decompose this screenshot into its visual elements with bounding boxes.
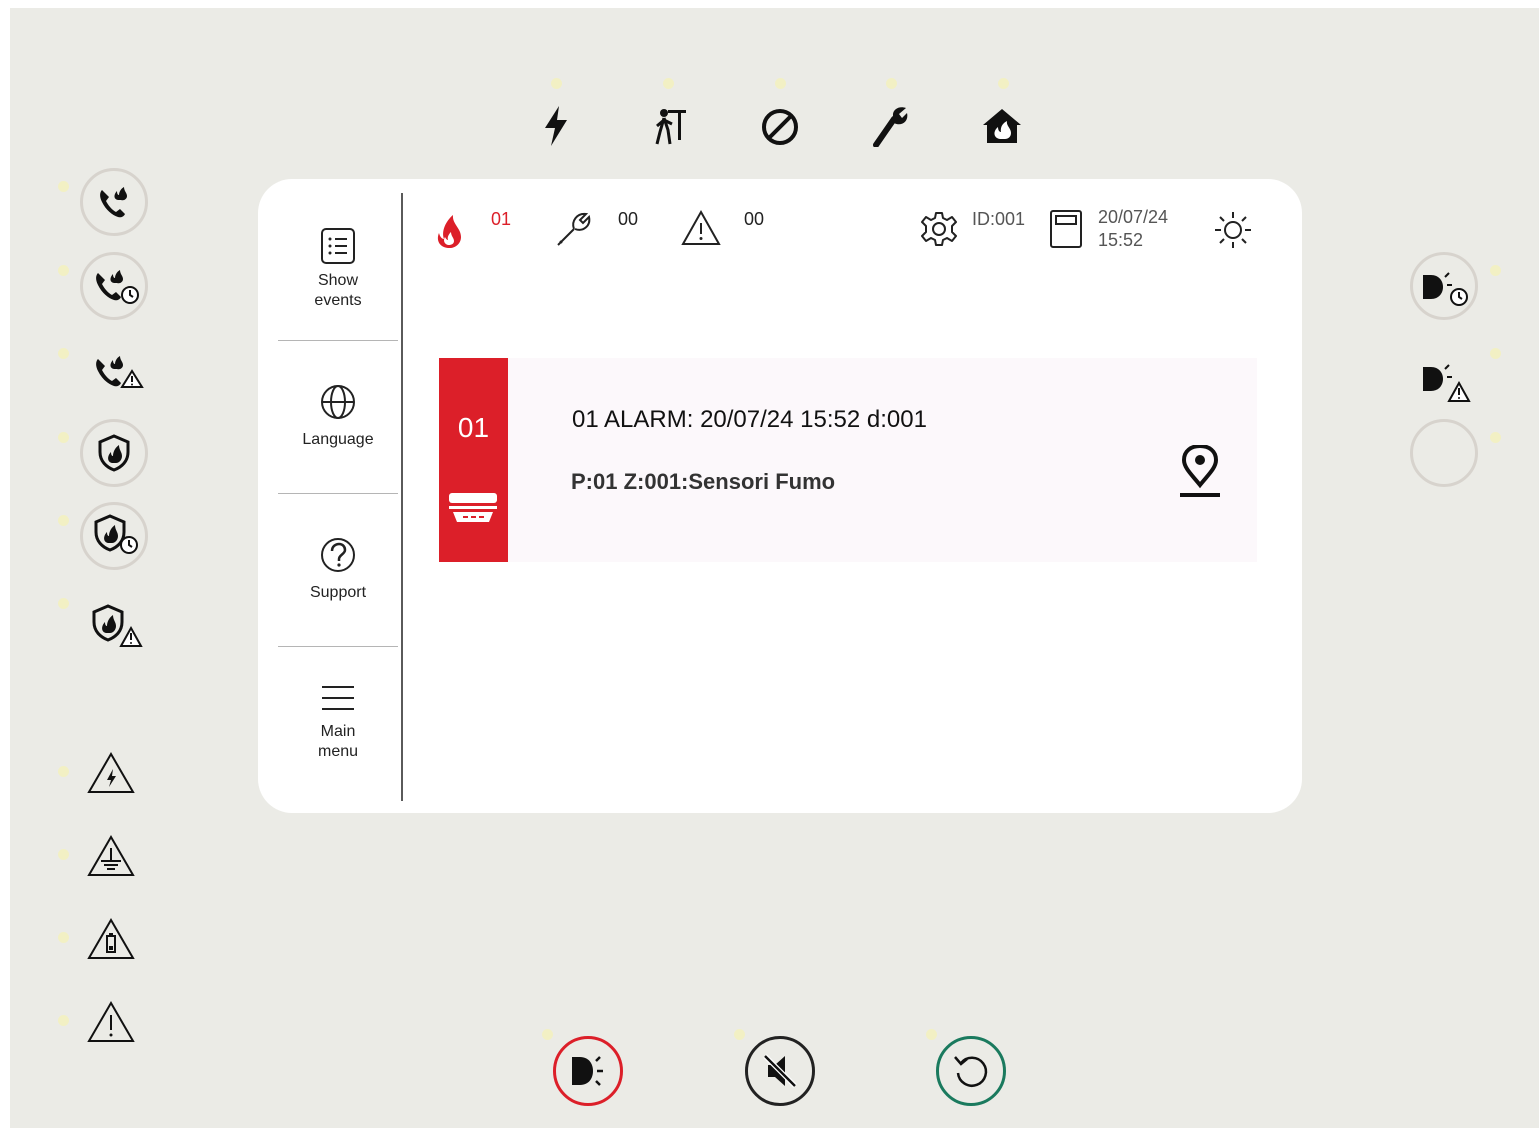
event-detail: P:01 Z:001:Sensori Fumo [571, 469, 836, 494]
led [58, 515, 69, 526]
led [58, 598, 69, 609]
siren-icon [572, 1056, 603, 1086]
event-badge-number: 01 [457, 412, 490, 443]
led [551, 78, 562, 89]
mute-icon [763, 1054, 797, 1088]
sidebar-item-main-menu[interactable]: Main menu [278, 647, 398, 799]
status-time: 15:52 [1098, 230, 1144, 250]
sidebar-item-label: Show events [314, 272, 362, 309]
disabled-icon [759, 106, 801, 148]
led [58, 432, 69, 443]
power-fault-icon [86, 750, 136, 796]
earth-fault-icon [86, 833, 136, 879]
led [58, 181, 69, 192]
gear-icon[interactable] [921, 211, 957, 247]
led [58, 766, 69, 777]
location-pin-icon[interactable] [1177, 445, 1223, 499]
fire-count: 01 [491, 209, 512, 229]
led [58, 1015, 69, 1026]
sidebar-item-language[interactable]: Language [278, 341, 398, 493]
led [58, 849, 69, 860]
battery-fault-icon [86, 916, 136, 962]
led [886, 78, 897, 89]
fault-count: 00 [618, 209, 639, 229]
event-title: 01 ALARM: 20/07/24 15:52 d:001 [572, 406, 927, 433]
led [775, 78, 786, 89]
fire-protection-fault-icon [90, 604, 144, 648]
led [1490, 265, 1501, 276]
fire-protection-icon [94, 433, 134, 473]
led [542, 1029, 553, 1040]
globe-icon [321, 385, 355, 419]
led [734, 1029, 745, 1040]
blank-indicator [1410, 419, 1478, 487]
sidebar-item-label: Main menu [317, 723, 359, 760]
panel-id: ID:001 [972, 209, 1026, 229]
brightness-icon[interactable] [1214, 211, 1252, 249]
sidebar-item-support[interactable]: Support [278, 494, 398, 646]
general-fault-icon [86, 999, 136, 1045]
sidebar-item-label: Support [309, 584, 367, 601]
evacuation-icon [652, 104, 690, 148]
led [58, 932, 69, 943]
question-icon [321, 538, 355, 572]
phone-fire-delay-icon [92, 266, 142, 306]
siren-fault-icon [1418, 362, 1472, 404]
siren-delay-icon [1418, 268, 1472, 308]
fire-icon [437, 215, 461, 248]
sidebar: Show events Language Support Main menu [258, 193, 403, 801]
event-badge: 01 [439, 358, 508, 562]
warning-count: 00 [744, 209, 765, 229]
led [663, 78, 674, 89]
power-icon [540, 104, 572, 148]
silence-button[interactable] [745, 1036, 815, 1106]
led [58, 265, 69, 276]
wrench-icon [557, 212, 591, 246]
warning-icon [681, 209, 721, 245]
fire-protection-delay-icon [92, 514, 142, 556]
maintenance-icon [870, 104, 910, 148]
led [1490, 348, 1501, 359]
led [1490, 432, 1501, 443]
led [58, 348, 69, 359]
fire-house-icon [980, 104, 1024, 148]
phone-fire-icon [94, 182, 134, 222]
evacuate-button[interactable] [553, 1036, 623, 1106]
event-row[interactable]: 01 01 ALARM: 20/07/24 15:52 d:001 P:01 Z… [439, 358, 1257, 562]
sidebar-item-show-events[interactable]: Show events [278, 193, 398, 345]
hamburger-icon [322, 686, 354, 710]
sidebar-item-label: Language [302, 431, 374, 448]
phone-fire-fault-icon [92, 352, 144, 392]
panel-icon [1050, 210, 1082, 248]
status-date: 20/07/24 [1098, 207, 1169, 227]
reset-button[interactable] [936, 1036, 1006, 1106]
list-icon [321, 228, 355, 264]
led [998, 78, 1009, 89]
display-screen: Show events Language Support Main menu 0… [258, 179, 1302, 813]
smoke-detector-icon [449, 493, 497, 522]
reset-icon [954, 1056, 988, 1087]
led [926, 1029, 937, 1040]
